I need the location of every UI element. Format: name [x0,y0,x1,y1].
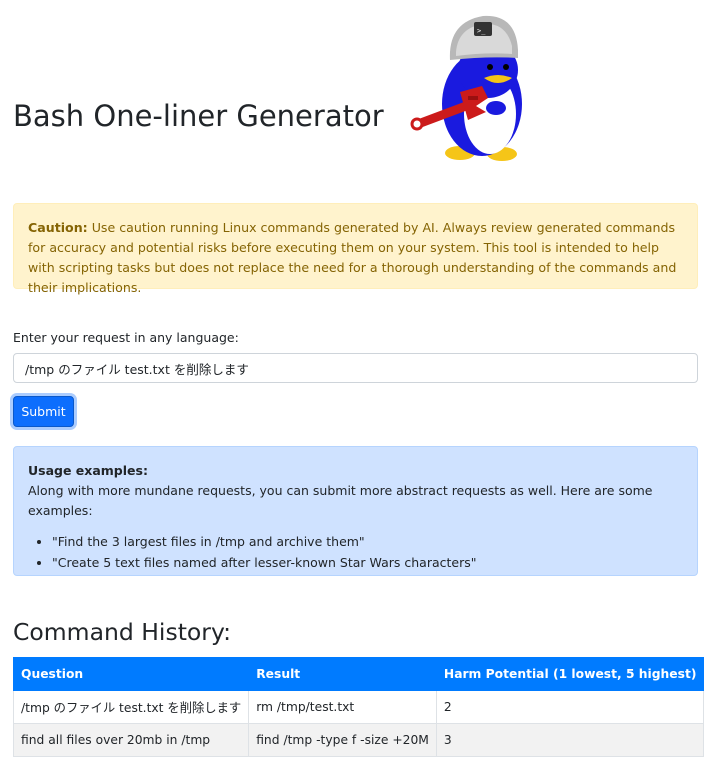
table-header-row: Question Result Harm Potential (1 lowest… [12,657,705,691]
command-history-title: Command History: [13,618,232,646]
cell-question: find all files over 20mb in /tmp [12,723,250,757]
request-label: Enter your request in any language: [13,330,239,345]
penguin-mascot-icon: >_ [410,15,522,161]
cell-result: find /tmp -type f -size +20M [248,723,437,757]
usage-examples-alert: Usage examples: Along with more mundane … [13,446,698,576]
caution-text: Use caution running Linux commands gener… [28,220,677,295]
cell-harm: 2 [435,690,705,724]
usage-heading: Usage examples: [28,463,148,478]
command-history-table: Question Result Harm Potential (1 lowest… [12,657,705,757]
usage-intro: Along with more mundane requests, you ca… [28,483,653,518]
column-header-harm: Harm Potential (1 lowest, 5 highest) [435,657,705,691]
svg-text:>_: >_ [477,27,486,35]
request-input[interactable] [13,353,698,383]
cell-harm: 3 [435,723,705,757]
page-title: Bash One-liner Generator [13,99,384,133]
cell-question: /tmp のファイル test.txt を削除します [12,690,250,724]
caution-alert: Caution: Use caution running Linux comma… [13,203,698,295]
table-row: /tmp のファイル test.txt を削除します rm /tmp/test.… [12,690,705,724]
submit-button[interactable]: Submit [13,396,74,427]
caution-label: Caution: [28,220,88,235]
usage-example-item: "Find the 3 largest files in /tmp and ar… [52,531,683,552]
table-row: find all files over 20mb in /tmp find /t… [12,723,705,757]
cell-result: rm /tmp/test.txt [248,690,437,724]
page-header: Bash One-liner Generator >_ [13,0,698,170]
usage-example-list: "Find the 3 largest files in /tmp and ar… [28,531,683,573]
column-header-result: Result [248,657,437,691]
column-header-question: Question [12,657,250,691]
usage-example-item: "Create 5 text files named after lesser-… [52,552,683,573]
